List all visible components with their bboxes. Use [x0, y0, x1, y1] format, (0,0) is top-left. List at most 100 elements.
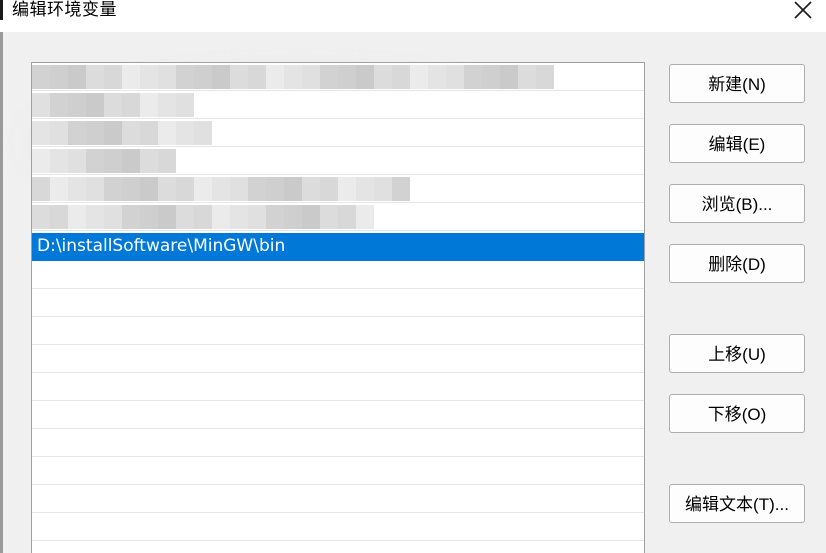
list-item-empty[interactable]: [32, 513, 644, 541]
redaction-block: [194, 65, 212, 89]
background-window-edge: [0, 32, 3, 553]
list-item-empty[interactable]: [32, 485, 644, 513]
redaction-block: [140, 121, 158, 145]
redaction-block: [104, 121, 122, 145]
redaction-block: [68, 65, 86, 89]
redaction-block: [392, 65, 410, 89]
redaction-block: [50, 205, 68, 229]
redaction-block: [68, 177, 86, 201]
redaction-block: [248, 65, 266, 89]
move-down-button[interactable]: 下移(O): [669, 394, 805, 433]
redaction-block: [374, 65, 392, 89]
list-item-selected[interactable]: D:\installSoftware\MinGW\bin: [32, 233, 644, 261]
redaction-block: [266, 177, 284, 201]
list-item-empty[interactable]: [32, 261, 644, 289]
redaction-block: [356, 177, 374, 201]
redaction-block: [50, 177, 68, 201]
redaction-block: [68, 149, 86, 173]
redaction-block: [374, 177, 392, 201]
redaction-block: [140, 65, 158, 89]
redaction-block: [284, 177, 302, 201]
redaction-block: [104, 93, 122, 117]
redaction-block: [50, 65, 68, 89]
new-button[interactable]: 新建(N): [669, 64, 805, 103]
redaction-block: [212, 65, 230, 89]
redaction-block: [230, 177, 248, 201]
redaction-block: [140, 177, 158, 201]
redaction-block: [194, 177, 212, 201]
delete-button[interactable]: 删除(D): [669, 244, 805, 283]
list-item-redacted[interactable]: [32, 63, 644, 91]
redaction-block: [212, 177, 230, 201]
redaction-block: [428, 65, 446, 89]
title-bar: 编辑环境变量: [0, 0, 826, 32]
redaction-block: [248, 205, 266, 229]
redaction-block: [68, 121, 86, 145]
redaction-block: [50, 149, 68, 173]
redaction-block: [302, 65, 320, 89]
redaction-block: [32, 121, 50, 145]
redaction-block: [122, 149, 140, 173]
redaction-block: [284, 65, 302, 89]
redaction-block: [122, 65, 140, 89]
redaction-block: [302, 205, 320, 229]
redaction-block: [32, 205, 50, 229]
redaction-block: [32, 177, 50, 201]
redaction-block: [230, 205, 248, 229]
redaction-block: [158, 205, 176, 229]
browse-button[interactable]: 浏览(B)...: [669, 184, 805, 223]
redaction-block: [104, 65, 122, 89]
redaction-block: [266, 65, 284, 89]
redaction-block: [482, 65, 500, 89]
list-item-redacted[interactable]: [32, 203, 644, 231]
redaction-block: [320, 205, 338, 229]
redaction-block: [410, 65, 428, 89]
redaction-block: [86, 93, 104, 117]
redaction-block: [212, 205, 230, 229]
list-item-empty[interactable]: [32, 429, 644, 457]
close-icon: [794, 1, 812, 19]
redaction-block: [104, 177, 122, 201]
list-item-empty[interactable]: [32, 401, 644, 429]
redaction-block: [266, 205, 284, 229]
redaction-block: [86, 65, 104, 89]
redaction-block: [104, 205, 122, 229]
list-item-label: D:\installSoftware\MinGW\bin: [37, 236, 286, 256]
redaction-block: [104, 149, 122, 173]
move-up-button[interactable]: 上移(U): [669, 334, 805, 373]
redaction-block: [158, 121, 176, 145]
edit-text-button[interactable]: 编辑文本(T)...: [669, 484, 805, 523]
list-item-redacted[interactable]: [32, 175, 644, 203]
redaction-block: [68, 205, 86, 229]
redaction-block: [356, 205, 374, 229]
redaction-block: [302, 177, 320, 201]
redaction-block: [338, 205, 356, 229]
redaction-block: [194, 121, 212, 145]
redaction-block: [158, 177, 176, 201]
redaction-block: [122, 121, 140, 145]
list-item-redacted[interactable]: [32, 91, 644, 119]
redaction-block: [86, 149, 104, 173]
redaction-block: [392, 177, 410, 201]
list-item-empty[interactable]: [32, 317, 644, 345]
redaction-block: [176, 177, 194, 201]
redaction-block: [122, 177, 140, 201]
redaction-block: [140, 205, 158, 229]
list-item-empty[interactable]: [32, 457, 644, 485]
list-item-redacted[interactable]: [32, 119, 644, 147]
redaction-block: [68, 93, 86, 117]
close-button[interactable]: [780, 0, 826, 24]
list-item-empty[interactable]: [32, 541, 644, 553]
redaction-block: [86, 177, 104, 201]
redaction-block: [536, 65, 554, 89]
list-item-empty[interactable]: [32, 373, 644, 401]
list-item-empty[interactable]: [32, 345, 644, 373]
edit-button[interactable]: 编辑(E): [669, 124, 805, 163]
list-item-redacted[interactable]: [32, 147, 644, 175]
redaction-block: [176, 65, 194, 89]
list-item-empty[interactable]: [32, 289, 644, 317]
redaction-block: [32, 149, 50, 173]
redaction-block: [32, 93, 50, 117]
path-list[interactable]: D:\installSoftware\MinGW\bin: [31, 62, 645, 553]
redaction-block: [356, 65, 374, 89]
